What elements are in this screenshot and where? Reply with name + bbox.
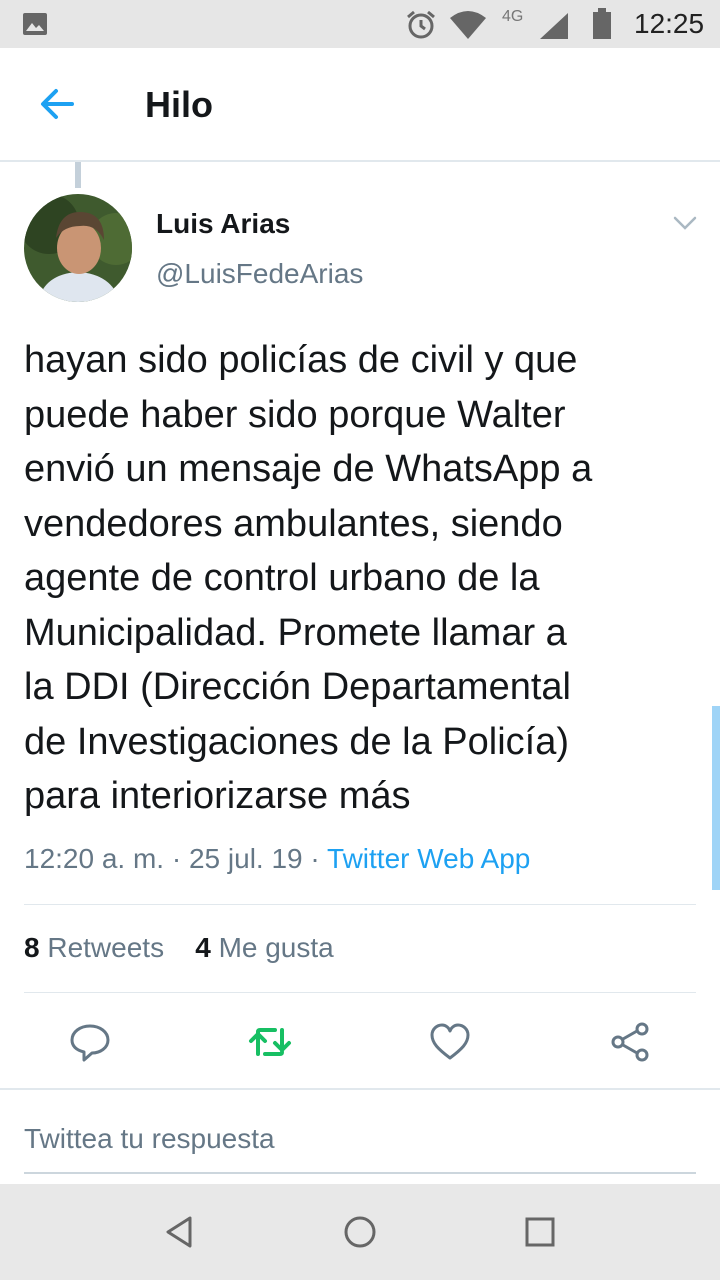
- system-nav-bar: [0, 1184, 720, 1280]
- tweet-time: 12:20 a. m.: [24, 843, 165, 874]
- tweet-text-line: puede haber sido porque Walter: [24, 393, 566, 436]
- tweet-stats: 8 Retweets 4 Me gusta: [24, 932, 334, 964]
- arrow-left-icon[interactable]: [36, 84, 76, 124]
- divider: [24, 992, 696, 993]
- author-handle[interactable]: @LuisFedeArias: [156, 258, 363, 290]
- retweets-label: Retweets: [47, 932, 165, 963]
- scrollbar[interactable]: [712, 706, 720, 890]
- nav-back-icon[interactable]: [160, 1212, 200, 1252]
- thread-connector-line: [75, 162, 81, 188]
- avatar-image: [24, 194, 132, 302]
- tweet-text-line: de Investigaciones de la Policía): [24, 720, 569, 763]
- reply-input[interactable]: Twittea tu respuesta: [24, 1123, 275, 1155]
- tweet-source-link[interactable]: Twitter Web App: [327, 843, 530, 874]
- tweet-text-line: para interiorizarse más: [24, 775, 411, 817]
- status-bar: 4G 12:25: [0, 0, 720, 48]
- avatar[interactable]: [24, 194, 132, 302]
- tweet-text-line: la DDI (Dirección Departamental: [24, 666, 571, 708]
- battery-icon: [593, 8, 611, 39]
- reply-icon[interactable]: [68, 1020, 112, 1064]
- nav-home-icon[interactable]: [340, 1212, 380, 1252]
- retweets-stat[interactable]: 8 Retweets: [24, 932, 164, 963]
- author-name[interactable]: Luis Arias: [156, 208, 290, 240]
- meta-separator: ·: [171, 843, 182, 874]
- reply-input-underline: [24, 1172, 696, 1174]
- likes-count: 4: [195, 932, 211, 963]
- divider: [24, 904, 696, 905]
- divider: [0, 1088, 720, 1090]
- alarm-icon: [407, 10, 435, 39]
- retweet-icon[interactable]: [248, 1020, 292, 1064]
- nav-recents-icon[interactable]: [520, 1212, 560, 1252]
- tweet-text-line: agente de control urbano de la: [24, 557, 540, 599]
- status-time: 12:25: [634, 8, 705, 39]
- retweets-count: 8: [24, 932, 40, 963]
- wifi-icon: [450, 11, 486, 39]
- tweet-text-line: Municipalidad. Promete llamar a: [24, 611, 567, 654]
- meta-separator: ·: [310, 843, 320, 874]
- tweet-text-line: envió un mensaje de WhatsApp a: [24, 448, 593, 490]
- tweet-text-line: hayan sido policías de civil y que: [24, 339, 578, 381]
- likes-label: Me gusta: [218, 932, 334, 963]
- chevron-down-icon[interactable]: [672, 212, 698, 234]
- likes-stat[interactable]: 4 Me gusta: [195, 932, 334, 963]
- share-icon[interactable]: [608, 1020, 652, 1064]
- app-bar: Hilo: [0, 48, 720, 162]
- page-title: Hilo: [145, 84, 213, 125]
- tweet-meta: 12:20 a. m. · 25 jul. 19 · Twitter Web A…: [24, 843, 530, 875]
- like-icon[interactable]: [428, 1020, 472, 1064]
- network-type: 4G: [502, 8, 524, 25]
- tweet-text: hayan sido policías de civil y que puede…: [24, 333, 704, 824]
- signal-icon: [540, 13, 568, 39]
- image-icon: [23, 13, 47, 35]
- tweet-text-line: vendedores ambulantes, siendo: [24, 502, 563, 545]
- tweet-date: 25 jul. 19: [188, 843, 303, 874]
